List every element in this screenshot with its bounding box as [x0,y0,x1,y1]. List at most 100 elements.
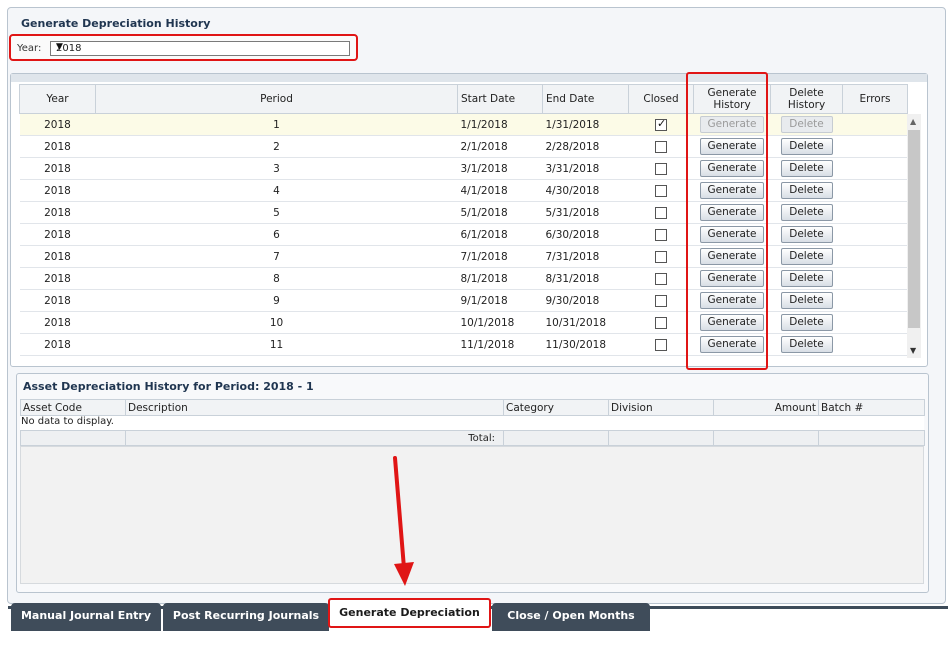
generate-button[interactable]: Generate [700,336,764,353]
closed-checkbox[interactable] [655,338,667,351]
cell-errors [842,311,908,334]
cell-start-date: 3/1/2018 [457,157,543,180]
delete-button[interactable]: Delete [780,314,833,331]
closed-checkbox[interactable] [655,184,667,197]
delete-button[interactable]: Delete [780,204,833,221]
delete-button[interactable]: Delete [780,182,833,199]
generate-button[interactable]: Generate [700,226,764,243]
cell-errors [842,201,908,224]
closed-checkbox[interactable] [655,250,667,263]
col-header-division[interactable]: Division [608,399,714,416]
table-row[interactable]: 2018 11 11/1/2018 11/30/2018 Generate Delete [19,333,908,356]
total-cell-empty [713,430,819,446]
generate-button[interactable]: Generate [700,182,764,199]
generate-button[interactable]: Generate [700,204,764,221]
col-header-amount[interactable]: Amount [713,399,819,416]
cell-year: 2018 [19,245,96,268]
cell-year: 2018 [19,289,96,312]
scroll-down-icon[interactable]: ▼ [910,346,916,355]
delete-button[interactable]: Delete [780,138,833,155]
cell-start-date: 2/1/2018 [457,135,543,158]
delete-button[interactable]: Delete [780,270,833,287]
table-row[interactable]: 2018 8 8/1/2018 8/31/2018 Generate Delete [19,267,908,290]
closed-checkbox[interactable] [655,117,667,131]
cell-period: 2 [95,135,458,158]
col-header-year[interactable]: Year [19,84,96,114]
delete-button[interactable]: Delete [780,160,833,177]
generate-button[interactable]: Generate [700,292,764,309]
table-row[interactable]: 201811/1/20181/31/2018 Generate Delete [19,113,908,136]
cell-generate: Generate [693,311,771,334]
cell-closed [628,333,694,356]
cell-errors [842,179,908,202]
col-header-category[interactable]: Category [503,399,609,416]
scroll-up-icon[interactable]: ▲ [910,117,916,126]
col-header-batch[interactable]: Batch # [818,399,925,416]
col-header-delete-history[interactable]: Delete History [770,84,843,114]
year-select[interactable]: 2018 ▼ [50,41,350,56]
periods-table: Year Period Start Date End Date Closed G… [19,84,908,356]
closed-checkbox[interactable] [655,228,667,241]
col-header-description[interactable]: Description [125,399,504,416]
col-header-asset-code[interactable]: Asset Code [20,399,126,416]
tab-close-open-months[interactable]: Close / Open Months [492,603,650,631]
cell-period: 5 [95,201,458,224]
cell-generate: Generate [693,223,771,246]
cell-errors [842,223,908,246]
cell-end-date: 1/31/2018 [542,113,629,136]
asset-history-title: Asset Depreciation History for Period: 2… [23,380,314,393]
total-cell-empty [608,430,714,446]
cell-end-date: 6/30/2018 [542,223,629,246]
generate-button[interactable]: Generate [700,160,764,177]
col-header-errors[interactable]: Errors [842,84,908,114]
generate-button[interactable]: Generate [700,314,764,331]
cell-start-date: 6/1/2018 [457,223,543,246]
closed-checkbox[interactable] [655,316,667,329]
table-row[interactable]: 2018 3 3/1/2018 3/31/2018 Generate Delete [19,157,908,180]
delete-button[interactable]: Delete [780,336,833,353]
cell-delete: Delete [770,201,843,224]
tab-generate-depreciation[interactable]: Generate Depreciation [328,598,491,628]
asset-history-table: Asset Code Description Category Division… [20,399,925,416]
delete-button[interactable]: Delete [780,116,833,133]
delete-button[interactable]: Delete [780,248,833,265]
col-header-start-date[interactable]: Start Date [457,84,543,114]
table-row[interactable]: 2018 9 9/1/2018 9/30/2018 Generate Delete [19,289,908,312]
col-header-end-date[interactable]: End Date [542,84,629,114]
cell-period: 6 [95,223,458,246]
col-header-generate-history[interactable]: Generate History [693,84,771,114]
table-row[interactable]: 2018 7 7/1/2018 7/31/2018 Generate Delete [19,245,908,268]
grid-scrollbar[interactable]: ▲ ▼ [907,114,921,358]
table-row[interactable]: 2018 2 2/1/2018 2/28/2018 Generate Delete [19,135,908,158]
cell-errors [842,289,908,312]
delete-button[interactable]: Delete [780,226,833,243]
cell-start-date: 4/1/2018 [457,179,543,202]
table-row[interactable]: 2018 10 10/1/2018 10/31/2018 Generate Delete [19,311,908,334]
table-row[interactable]: 2018 5 5/1/2018 5/31/2018 Generate Delete [19,201,908,224]
asset-total-row: Total: [20,430,925,446]
cell-start-date: 9/1/2018 [457,289,543,312]
cell-closed [628,311,694,334]
generate-button[interactable]: Generate [700,138,764,155]
dropdown-arrow-icon[interactable]: ▼ [56,42,344,52]
table-row[interactable]: 2018 6 6/1/2018 6/30/2018 Generate Delete [19,223,908,246]
closed-checkbox[interactable] [655,272,667,285]
col-header-closed[interactable]: Closed [628,84,694,114]
closed-checkbox[interactable] [655,294,667,307]
cell-closed [628,179,694,202]
generate-button[interactable]: Generate [700,116,764,133]
col-header-period[interactable]: Period [95,84,458,114]
closed-checkbox[interactable] [655,140,667,153]
tab-manual-journal-entry[interactable]: Manual Journal Entry [11,603,161,631]
delete-button[interactable]: Delete [780,292,833,309]
closed-checkbox[interactable] [655,206,667,219]
tab-post-recurring-journals[interactable]: Post Recurring Journals [163,603,329,631]
generate-button[interactable]: Generate [700,270,764,287]
cell-closed [628,267,694,290]
cell-year: 2018 [19,179,96,202]
generate-button[interactable]: Generate [700,248,764,265]
cell-generate: Generate [693,289,771,312]
table-row[interactable]: 2018 4 4/1/2018 4/30/2018 Generate Delete [19,179,908,202]
closed-checkbox[interactable] [655,162,667,175]
scrollbar-thumb[interactable] [908,130,920,328]
